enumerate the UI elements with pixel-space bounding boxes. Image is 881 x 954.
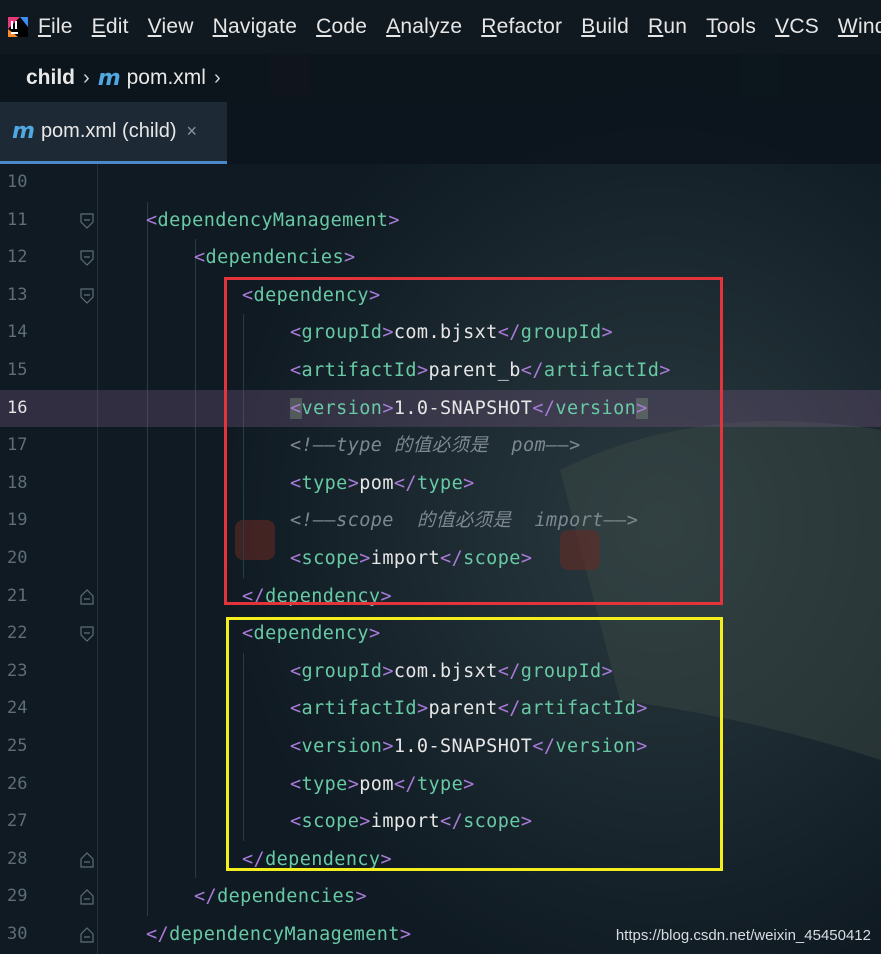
line-number[interactable]: 25 [7, 728, 37, 766]
code-line[interactable]: <dependencies> [194, 239, 356, 277]
breadcrumb-file[interactable]: pom.xml [127, 66, 206, 90]
line-number[interactable]: 15 [7, 352, 37, 390]
intellij-logo-icon[interactable] [6, 12, 30, 42]
line-number[interactable]: 19 [7, 502, 37, 540]
menu-bar: File Edit View Navigate Code Analyze Ref… [0, 0, 881, 54]
xml-bracket: < [194, 247, 206, 269]
line-number[interactable]: 29 [7, 878, 37, 916]
fold-open-icon[interactable] [80, 250, 94, 267]
xml-bracket: < [146, 209, 158, 231]
fold-close-icon[interactable] [80, 588, 94, 605]
close-icon[interactable]: × [187, 121, 198, 142]
menu-run[interactable]: Run [648, 15, 687, 39]
menu-edit[interactable]: Edit [92, 15, 129, 39]
line-number[interactable]: 30 [7, 916, 37, 954]
fold-close-icon[interactable] [80, 927, 94, 943]
line-number[interactable]: 22 [7, 615, 37, 653]
menu-view[interactable]: View [148, 15, 194, 39]
maven-m-icon: m [12, 119, 35, 144]
code-line[interactable]: </dependencyManagement> [146, 916, 411, 954]
menu-analyze[interactable]: Analyze [386, 15, 462, 39]
line-number[interactable]: 24 [7, 690, 37, 728]
xml-bracket: > [399, 924, 412, 945]
menu-vcs[interactable]: VCS [775, 15, 819, 39]
fold-open-icon[interactable] [80, 626, 94, 643]
line-number[interactable]: 14 [7, 314, 37, 352]
red-highlight-box [224, 277, 723, 605]
menu-navigate[interactable]: Navigate [213, 15, 298, 39]
fold-open-icon[interactable] [80, 288, 94, 304]
tab-pom-xml-child[interactable]: m pom.xml (child) × [0, 102, 227, 164]
xml-tag-name: dependencyManagement [169, 924, 400, 945]
line-number[interactable]: 26 [7, 766, 37, 804]
line-number[interactable]: 18 [7, 465, 37, 503]
yellow-highlight-box [226, 617, 723, 871]
xml-bracket: > [355, 886, 368, 908]
breadcrumb-chevron-icon: › [83, 66, 90, 89]
menu-window[interactable]: Windo [838, 15, 881, 39]
line-number[interactable]: 28 [7, 841, 37, 879]
xml-tag-name: dependencies [217, 886, 356, 908]
watermark: https://blog.csdn.net/weixin_45450412 [615, 927, 871, 944]
menu-build[interactable]: Build [581, 15, 629, 39]
line-number[interactable]: 13 [7, 277, 37, 315]
breadcrumb: child › m pom.xml › [0, 54, 881, 102]
xml-bracket: </ [146, 924, 170, 945]
line-number[interactable]: 21 [7, 578, 37, 616]
line-number[interactable]: 20 [7, 540, 37, 578]
line-number[interactable]: 10 [7, 164, 37, 202]
line-number[interactable]: 12 [7, 239, 37, 277]
indent-guide [147, 201, 148, 916]
menu-tools[interactable]: Tools [706, 15, 756, 39]
xml-tag-name: dependencies [205, 247, 345, 269]
indent-guide [195, 239, 196, 879]
breadcrumb-project[interactable]: child [26, 66, 75, 90]
code-line[interactable]: <dependencyManagement> [146, 202, 400, 240]
line-number[interactable]: 11 [7, 202, 37, 240]
fold-close-icon[interactable] [80, 851, 94, 868]
menu-refactor[interactable]: Refactor [481, 15, 562, 39]
xml-bracket: > [344, 247, 356, 269]
menu-file[interactable]: File [38, 15, 73, 39]
maven-m-icon: m [97, 65, 121, 91]
line-number[interactable]: 17 [7, 427, 37, 465]
line-number[interactable]: 23 [7, 653, 37, 691]
line-number[interactable]: 27 [7, 803, 37, 841]
fold-close-icon[interactable] [80, 889, 94, 905]
breadcrumb-chevron-icon: › [213, 66, 221, 89]
code-line[interactable]: </dependencies> [194, 878, 367, 916]
line-number[interactable]: 16 [7, 390, 37, 428]
xml-bracket: > [388, 209, 400, 231]
xml-tag-name: dependencyManagement [157, 209, 389, 231]
xml-bracket: </ [194, 886, 218, 908]
tab-label: pom.xml (child) [40, 120, 177, 142]
menu-code[interactable]: Code [316, 15, 367, 39]
fold-open-icon[interactable] [80, 212, 94, 229]
editor-tab-bar: m pom.xml (child) × [0, 102, 881, 164]
gutter-separator [97, 164, 98, 954]
